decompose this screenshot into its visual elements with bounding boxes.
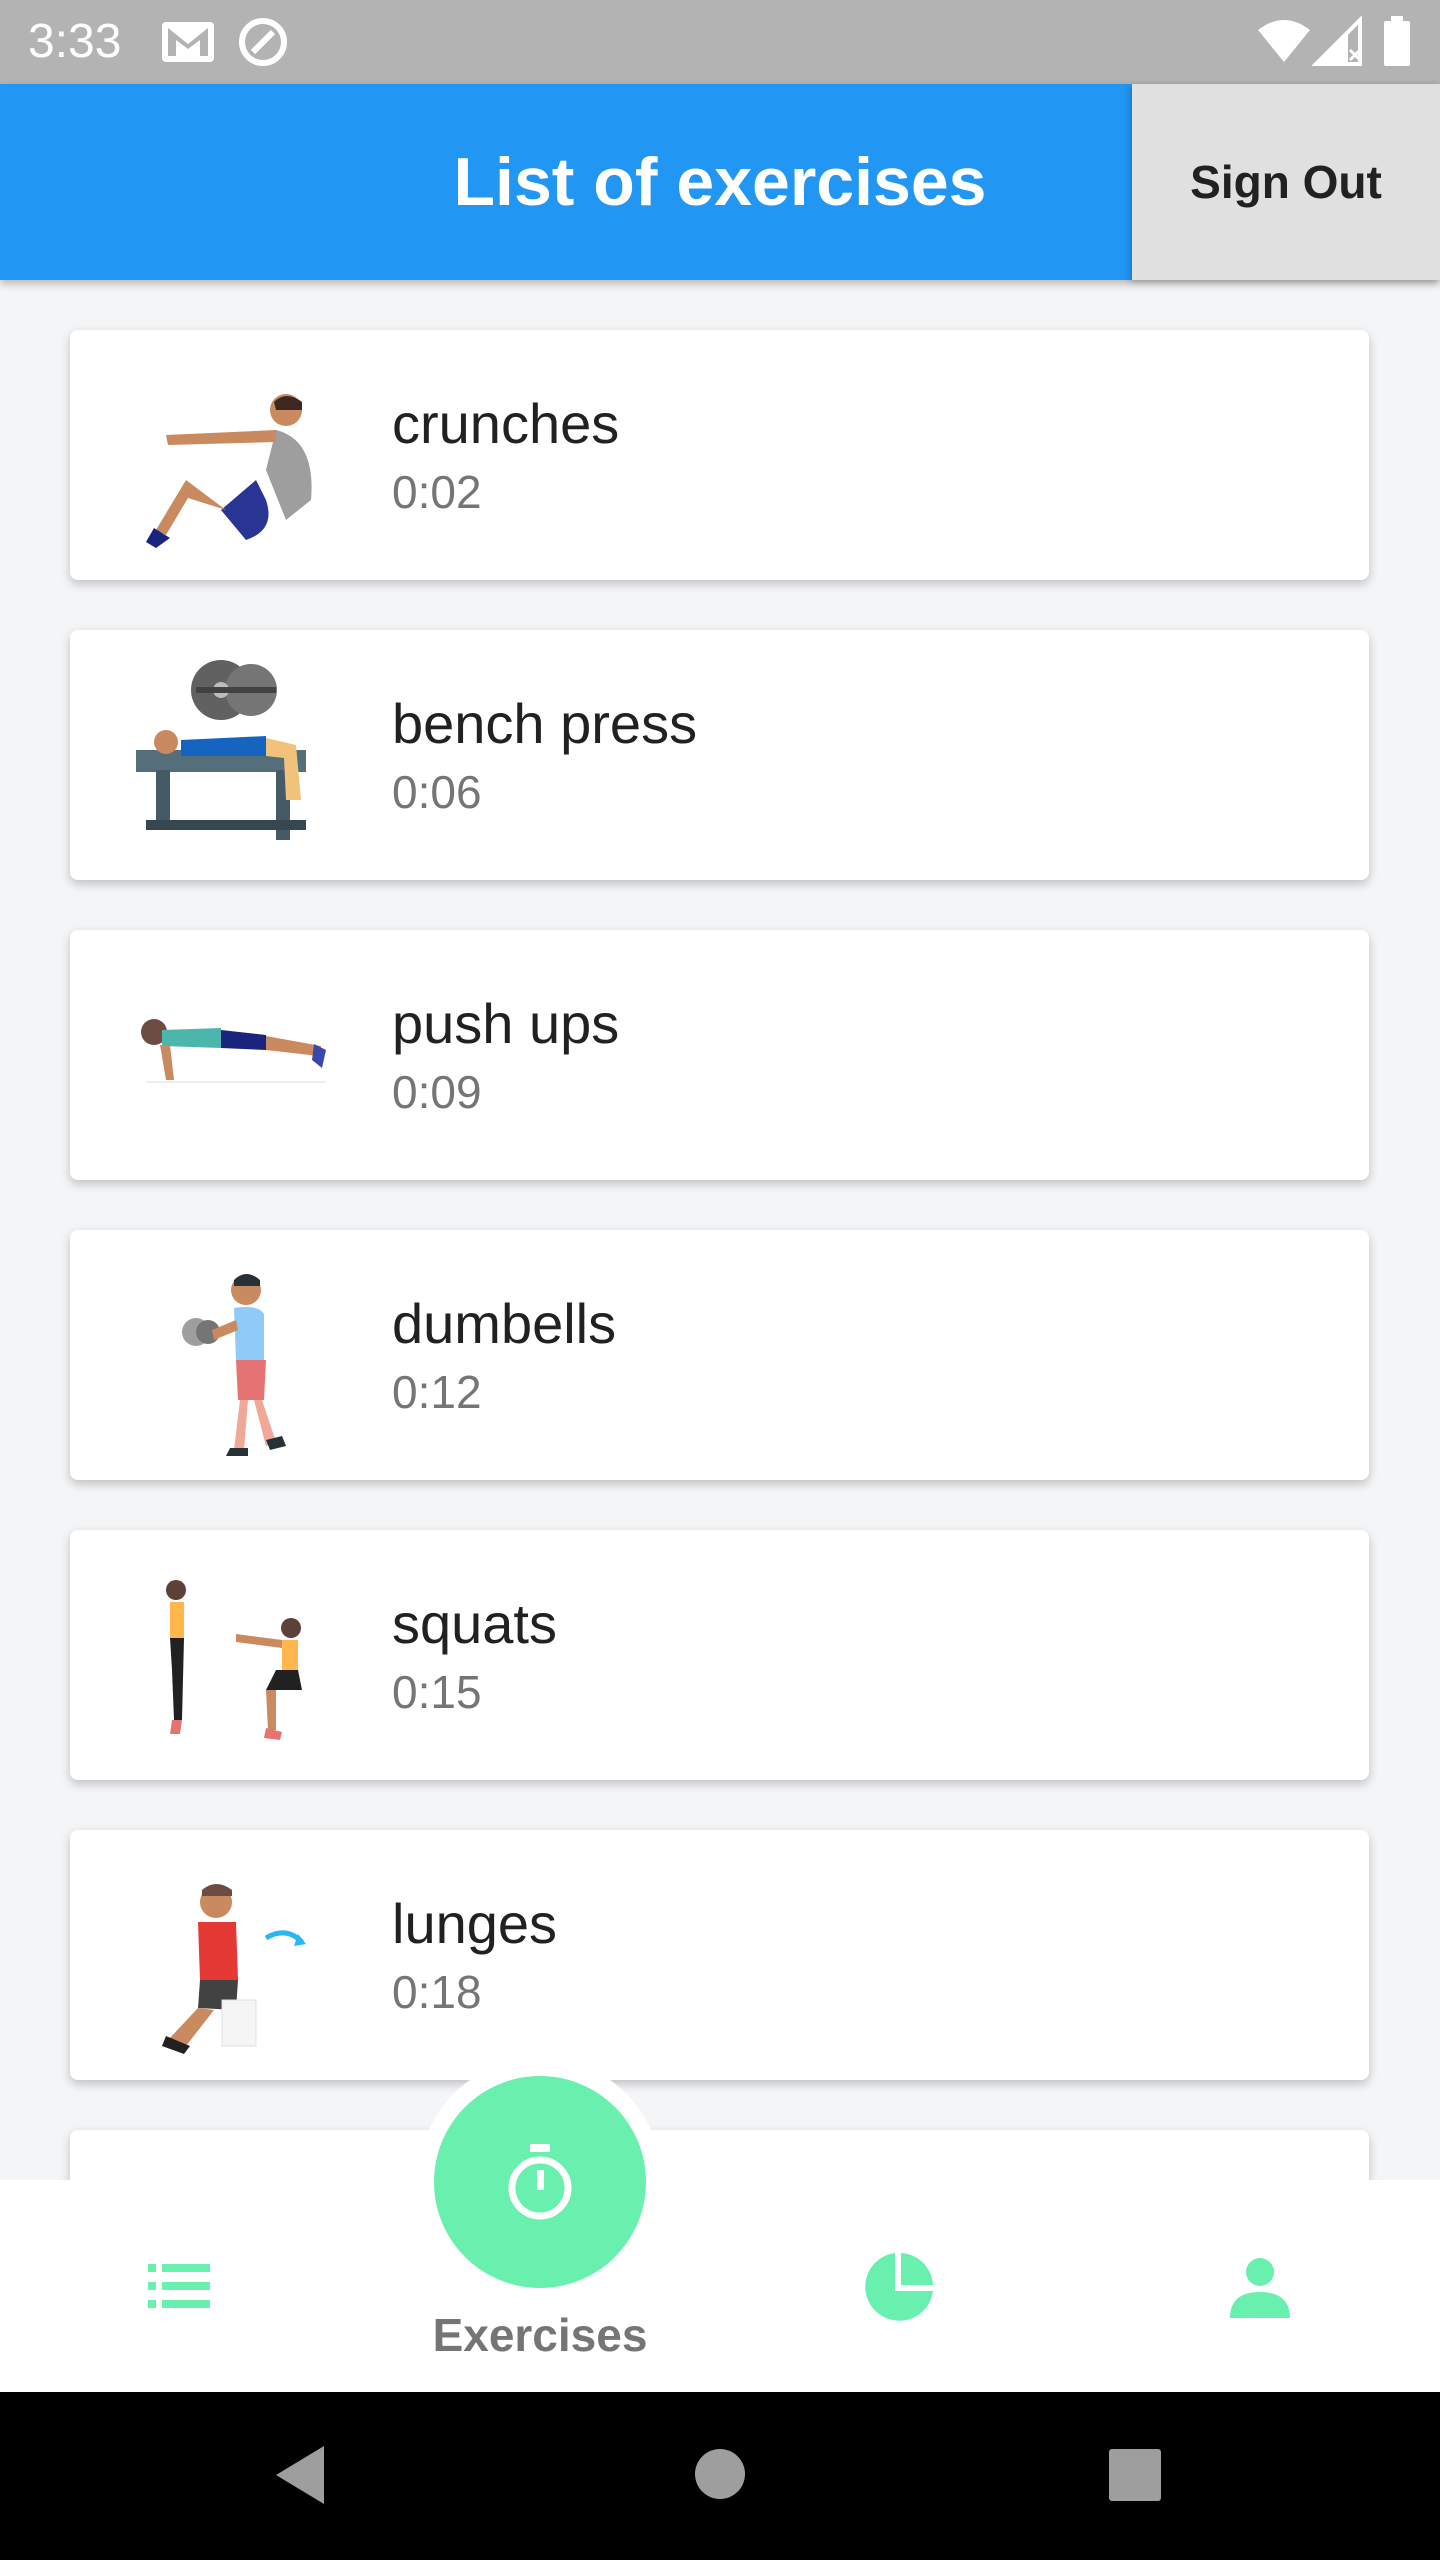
back-icon[interactable] (272, 2444, 328, 2506)
recents-icon[interactable] (1108, 2448, 1162, 2502)
exercise-list: crunches 0:02 bench press 0:06 push ups … (0, 280, 1440, 2180)
exercise-time: 0:15 (392, 1666, 482, 1718)
nav-stats-button[interactable] (862, 2250, 936, 2324)
dumbells-illustration (182, 1274, 286, 1456)
nav-profile-button[interactable] (1228, 2256, 1292, 2320)
bottom-navigation (0, 2180, 1440, 2392)
wifi-icon (1258, 20, 1310, 62)
status-bar: 3:33 (0, 0, 1440, 84)
exercise-time: 0:02 (392, 466, 482, 518)
system-navigation-bar (0, 2392, 1440, 2560)
exercise-time: 0:09 (392, 1066, 482, 1118)
bench-press-illustration (136, 660, 306, 840)
battery-icon (1384, 16, 1410, 66)
exercise-name: push ups (392, 992, 620, 1055)
person-icon (1230, 2258, 1290, 2318)
gmail-icon (162, 22, 214, 62)
home-icon[interactable] (694, 2448, 746, 2500)
exercise-time: 0:06 (392, 766, 482, 818)
exercise-card[interactable]: squats 0:15 (70, 1530, 1369, 1780)
exercise-card[interactable]: crunches 0:02 (70, 330, 1369, 580)
sync-icon (239, 18, 287, 66)
squats-illustration (166, 1580, 302, 1740)
list-icon (148, 2264, 210, 2308)
sign-out-button[interactable]: Sign Out (1132, 84, 1440, 280)
exercises-fab[interactable] (434, 2076, 646, 2288)
push-ups-illustration (141, 1019, 326, 1083)
pie-chart-icon (865, 2253, 933, 2321)
nav-list-button[interactable] (144, 2258, 216, 2314)
exercise-name: dumbells (392, 1292, 617, 1355)
exercise-card[interactable]: dumbells 0:12 (70, 1230, 1369, 1480)
exercise-name: squats (392, 1592, 557, 1655)
timer-icon (508, 2144, 572, 2220)
nav-active-label: Exercises (432, 2309, 648, 2361)
exercise-name: crunches (392, 392, 620, 455)
exercise-card[interactable]: bench press 0:06 (70, 630, 1369, 880)
exercise-card[interactable]: push ups 0:09 (70, 930, 1369, 1180)
app-bar: List of exercises Sign Out (0, 84, 1440, 280)
lunges-illustration (162, 1884, 306, 2054)
exercise-time: 0:18 (392, 1966, 482, 2018)
exercise-name: lunges (392, 1892, 558, 1955)
exercise-card-partial[interactable] (70, 2130, 1369, 2180)
signal-icon (1312, 16, 1362, 66)
crunches-illustration (146, 394, 312, 548)
exercise-card[interactable]: lunges 0:18 (70, 1830, 1369, 2080)
exercise-time: 0:12 (392, 1366, 482, 1418)
exercise-name: bench press (392, 692, 698, 755)
status-time: 3:33 (28, 15, 122, 68)
